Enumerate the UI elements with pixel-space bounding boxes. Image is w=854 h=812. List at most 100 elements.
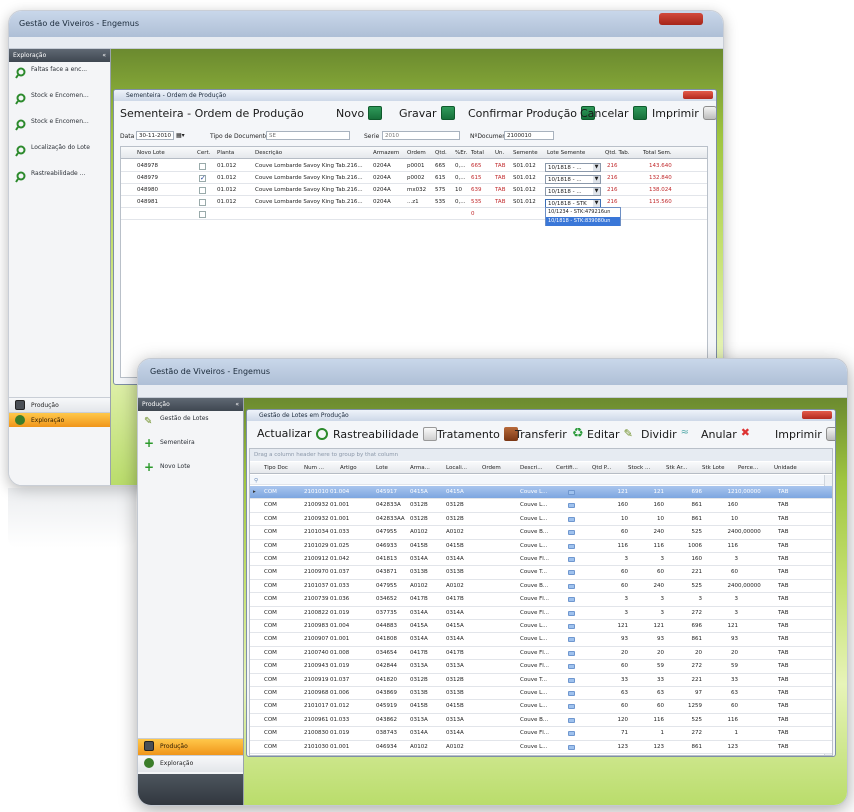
filter-row[interactable]: ⚲ <box>250 475 832 485</box>
table-row[interactable]: COM 2100983 01.004 044883 0415A 0415A Couve L.… <box>250 620 832 634</box>
col-header[interactable]: Armazem <box>373 150 399 156</box>
col-header[interactable]: Ordem <box>407 150 426 156</box>
window-controls[interactable] <box>802 411 832 419</box>
sidebar-item-stock-2[interactable]: Stock e Encomen... <box>9 114 110 140</box>
col-header[interactable]: Stk Ar... <box>666 465 687 471</box>
group-panel[interactable]: Drag a column header here to group by th… <box>250 449 832 461</box>
col-header[interactable]: Descrição <box>255 150 282 156</box>
col-header[interactable]: %Er. <box>455 150 467 156</box>
cert-checkbox[interactable] <box>199 199 206 206</box>
lote-semente-combo[interactable]: 10/1818 - ... ▼ <box>545 163 601 172</box>
col-header[interactable]: Total <box>471 150 484 156</box>
tratamento-button[interactable]: Tratamento <box>437 427 518 441</box>
dropdown-option[interactable]: 10/1818 - STK:839080un <box>546 217 620 226</box>
col-header[interactable]: Ordem <box>482 465 501 471</box>
window-controls[interactable] <box>683 91 713 99</box>
col-header[interactable]: Lote Semente <box>547 150 585 156</box>
sidebar-button-producao[interactable]: Produção <box>9 397 110 412</box>
table-row[interactable]: ▸ COM 2101010 01.004 045917 0415A 0415A Couve L… <box>250 486 832 500</box>
table-row[interactable]: COM 2100822 01.019 037735 0314A 0314A Couve Fl… <box>250 606 832 620</box>
col-header[interactable]: Locali... <box>446 465 467 471</box>
sidebar-item-gestao-lotes[interactable]: ✎ Gestão de Lotes <box>138 411 243 435</box>
table-row[interactable]: 048980 01.012 Couve Lombarde Savoy King Ta… <box>121 184 707 196</box>
collapse-icon[interactable]: « <box>235 401 239 408</box>
col-header[interactable]: Total Sem. <box>643 150 672 156</box>
col-header[interactable]: Un. <box>495 150 504 156</box>
sidebar-item-stock-1[interactable]: Stock e Encomen... <box>9 88 110 114</box>
cancelar-button[interactable]: Cancelar <box>580 106 647 120</box>
col-header[interactable]: Descri... <box>520 465 543 471</box>
chevron-down-icon[interactable]: ▼ <box>593 164 600 171</box>
col-header[interactable]: Qtd. Tab. <box>605 150 630 156</box>
col-header[interactable]: Artigo <box>340 465 357 471</box>
cert-checkbox[interactable] <box>199 174 206 182</box>
sidebar-item-faltas[interactable]: Faltas face a enc... <box>9 62 110 88</box>
table-row[interactable]: COM 2101030 01.001 046934 A0102 A0102 Couve L.… <box>250 740 832 754</box>
col-header[interactable]: Num ... <box>304 465 324 471</box>
table-row[interactable]: COM 2101017 01.012 045919 0415B 0415B Couve L.… <box>250 700 832 714</box>
novo-button[interactable]: Novo <box>336 106 383 120</box>
sidebar-item-rastreabilidade[interactable]: Rastreabilidade ... <box>9 166 110 192</box>
col-header[interactable]: Certifi... <box>556 465 578 471</box>
dividir-button[interactable]: Dividir ≈ <box>641 427 695 441</box>
table-row[interactable]: COM 2100970 01.037 043871 0313B 0313B Couve T.… <box>250 566 832 580</box>
table-row[interactable]: COM 2100919 01.037 041820 0312B 0312B Couve T.… <box>250 673 832 687</box>
data-field[interactable]: 30-11-2010 <box>136 131 174 140</box>
table-row[interactable]: COM 2100830 01.019 038743 0314A 0314A Couve Fl… <box>250 727 832 741</box>
transferir-button[interactable]: Transferir ♻ <box>515 427 585 441</box>
table-row[interactable]: COM 2101034 01.033 047955 A0102 A0102 Couve B.… <box>250 526 832 540</box>
cert-checkbox[interactable] <box>199 163 206 170</box>
sidebar-item-sementeira[interactable]: + Sementeira <box>138 435 243 459</box>
table-row[interactable]: COM 2101029 01.025 046933 0415B 0415B Couve L.… <box>250 539 832 553</box>
calendar-icon[interactable]: ▦▾ <box>176 132 185 139</box>
col-header[interactable]: Stock ... <box>628 465 650 471</box>
col-header[interactable]: Unidade <box>774 465 797 471</box>
sidebar-button-exploracao[interactable]: Exploração <box>9 412 110 427</box>
imprimir-button[interactable]: Imprimir <box>775 427 835 441</box>
numero-documento-field[interactable]: 2100010 <box>504 131 554 140</box>
sidebar-item-novo-lote[interactable]: + Novo Lote <box>138 459 243 483</box>
table-row[interactable]: COM 2100961 01.033 043862 0313A 0313A Couve B.… <box>250 713 832 728</box>
table-row[interactable]: COM 2100932 01.001 042833A 0312B 0312B Couve L… <box>250 499 832 513</box>
col-header[interactable]: Semente <box>513 150 538 156</box>
anular-button[interactable]: Anular ✖ <box>701 427 755 441</box>
table-row[interactable]: 048979 01.012 Couve Lombarde Savoy King Ta… <box>121 172 707 184</box>
col-header[interactable]: Perce... <box>738 465 758 471</box>
sidebar-button-exploracao[interactable]: Exploração <box>138 755 243 772</box>
table-row[interactable]: COM 2100912 01.042 041813 0314A 0314A Couve Fl… <box>250 553 832 567</box>
chevron-down-icon[interactable]: ▼ <box>593 188 600 195</box>
editar-button[interactable]: Editar ✎ <box>587 427 638 441</box>
chevron-down-icon[interactable]: ▼ <box>593 176 600 183</box>
col-header[interactable]: Qtd. <box>435 150 447 156</box>
table-row[interactable]: 048978 01.012 Couve Lombarde Savoy King Ta… <box>121 160 707 172</box>
window-controls[interactable] <box>659 13 703 25</box>
tipo-documento-field[interactable]: SE <box>266 131 350 140</box>
table-row[interactable]: COM 2100907 01.001 041808 0314A 0314A Couve L.… <box>250 633 832 647</box>
sidebar-item-localizacao[interactable]: Localização do Lote <box>9 140 110 166</box>
col-header[interactable]: Qtd P... <box>592 465 611 471</box>
imprimir-button[interactable]: Imprimir <box>652 106 716 120</box>
col-header[interactable]: Cert. <box>197 150 210 156</box>
cert-checkbox[interactable] <box>199 187 206 194</box>
chevron-down-icon[interactable]: ▼ <box>593 200 600 207</box>
table-row[interactable]: COM 2100740 01.008 034654 0417B 0417B Couve Fl… <box>250 646 832 661</box>
table-row[interactable]: COM 2100943 01.019 042844 0313A 0313A Couve Fl… <box>250 660 832 674</box>
actualizar-button[interactable]: Actualizar <box>257 427 328 440</box>
col-header[interactable]: Arma... <box>410 465 430 471</box>
dropdown-option[interactable]: 10/1234 - STK:479216un <box>546 208 620 217</box>
table-row[interactable]: COM 2100932 01.001 042833AA 0312B 0312B Couve … <box>250 512 832 527</box>
sidebar-button-producao[interactable]: Produção <box>138 738 243 755</box>
col-header[interactable]: Stk Lote <box>702 465 724 471</box>
cert-checkbox[interactable] <box>199 211 206 218</box>
table-row[interactable]: COM 2100739 01.036 034652 0417B 0417B Couve Fl… <box>250 593 832 607</box>
table-row[interactable]: COM 2100968 01.006 043869 0313B 0313B Couve L.… <box>250 687 832 701</box>
col-header[interactable]: Novo Lote <box>137 150 165 156</box>
table-row[interactable]: COM 2101037 01.033 047955 A0102 A0102 Couve B.… <box>250 579 832 594</box>
gravar-button[interactable]: Gravar <box>399 106 455 120</box>
serie-field[interactable]: 2010 <box>382 131 460 140</box>
lote-semente-combo[interactable]: 10/1818 - ... ▼ <box>545 187 601 196</box>
col-header[interactable]: Tipo Doc <box>264 465 288 471</box>
collapse-icon[interactable]: « <box>102 52 106 59</box>
col-header[interactable]: Planta <box>217 150 234 156</box>
lote-semente-combo[interactable]: 10/1818 - ... ▼ <box>545 175 601 184</box>
